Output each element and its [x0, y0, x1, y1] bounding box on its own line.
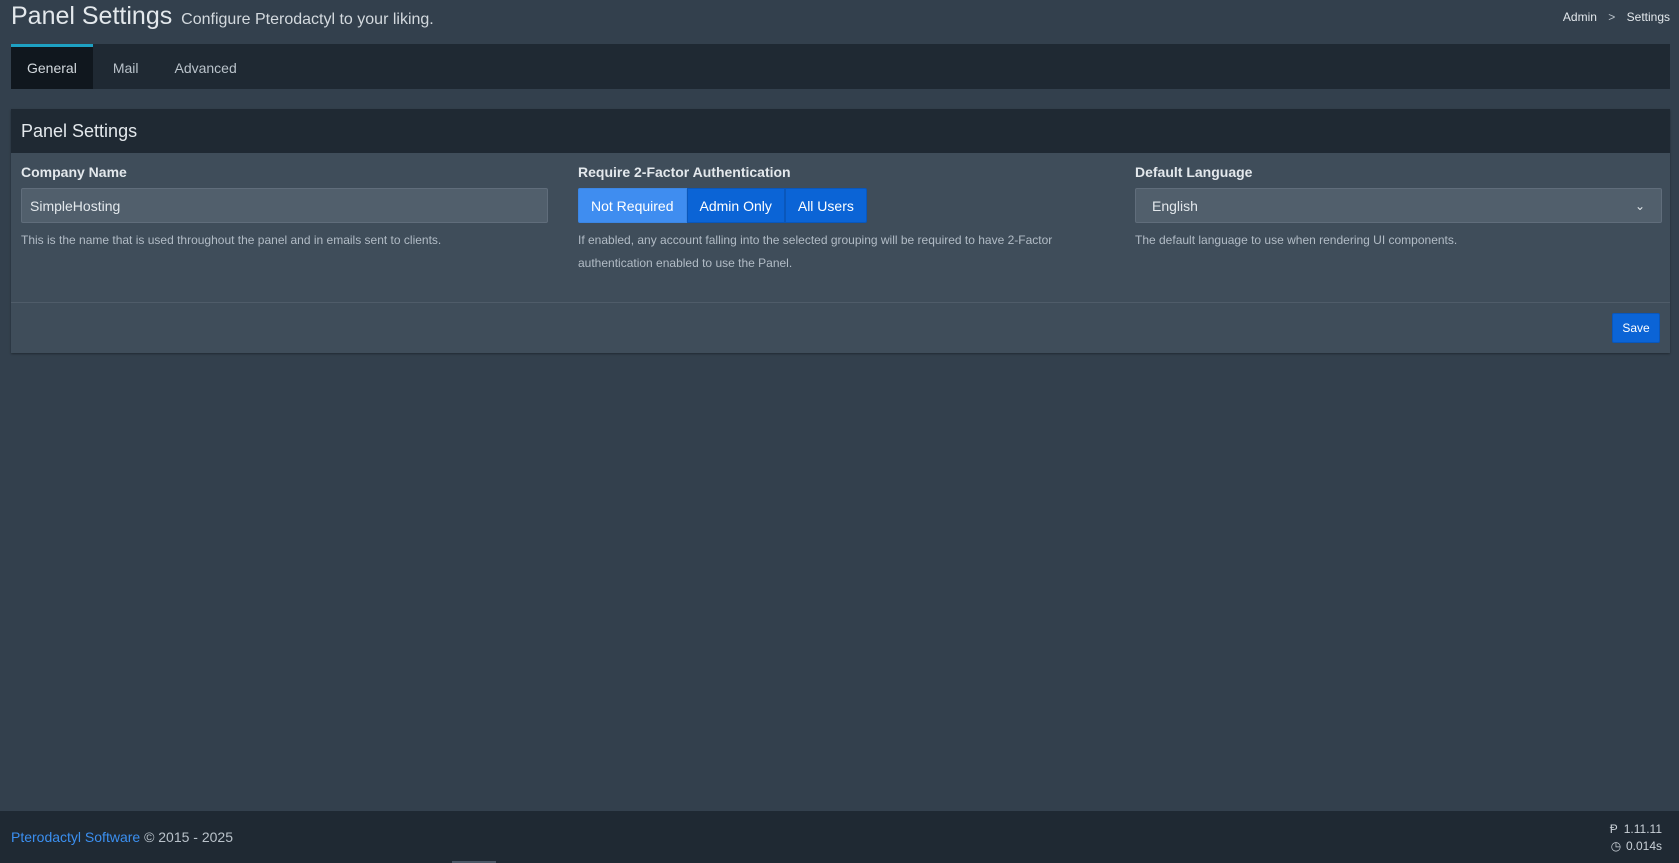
two-factor-all-users-button[interactable]: All Users: [784, 188, 867, 223]
pterodactyl-p-icon: Ᵽ: [1609, 822, 1618, 836]
two-factor-group: Require 2-Factor Authentication Not Requ…: [578, 164, 1078, 275]
default-language-value: English: [1152, 197, 1198, 214]
box-body: Company Name This is the name that is us…: [11, 153, 1670, 302]
copyright-text: © 2015 - 2025: [144, 829, 233, 845]
breadcrumb-separator: >: [1608, 10, 1616, 24]
page: Panel Settings Configure Pterodactyl to …: [0, 0, 1679, 863]
footer-meta: Ᵽ 1.11.11 ◷ 0.014s: [1607, 821, 1662, 855]
pterodactyl-link[interactable]: Pterodactyl Software: [11, 829, 140, 845]
tab-mail[interactable]: Mail: [97, 44, 155, 89]
settings-tabs: General Mail Advanced: [11, 44, 1670, 89]
two-factor-not-required-button[interactable]: Not Required: [578, 188, 687, 223]
content-header: Panel Settings Configure Pterodactyl to …: [11, 0, 1670, 40]
two-factor-admin-only-button[interactable]: Admin Only: [686, 188, 785, 223]
two-factor-help-line-1: If enabled, any account falling into the…: [578, 233, 1053, 247]
page-title: Panel Settings Configure Pterodactyl to …: [11, 2, 434, 31]
breadcrumb-settings: Settings: [1626, 10, 1670, 24]
render-time-text: 0.014s: [1625, 839, 1662, 853]
breadcrumb: Admin > Settings: [1563, 10, 1670, 24]
default-language-help: The default language to use when renderi…: [1135, 233, 1458, 247]
version-row: Ᵽ 1.11.11: [1607, 821, 1662, 838]
default-language-group: Default Language English ⌄ The default l…: [1135, 164, 1662, 252]
two-factor-label: Require 2-Factor Authentication: [578, 164, 791, 180]
two-factor-help-line-2: authentication enabled to use the Panel.: [578, 256, 793, 270]
box-footer: Save: [11, 302, 1670, 353]
panel-settings-box: Panel Settings Company Name This is the …: [11, 109, 1670, 353]
chevron-down-icon: ⌄: [1634, 198, 1645, 213]
render-time-row: ◷ 0.014s: [1607, 838, 1662, 855]
box-title: Panel Settings: [21, 120, 138, 141]
footer-copyright: Pterodactyl Software © 2015 - 2025: [11, 829, 233, 845]
default-language-label: Default Language: [1135, 164, 1253, 180]
company-name-group: Company Name This is the name that is us…: [21, 164, 548, 252]
save-button[interactable]: Save: [1612, 313, 1660, 343]
tab-advanced[interactable]: Advanced: [158, 44, 252, 89]
default-language-select[interactable]: English ⌄: [1135, 188, 1662, 223]
company-name-help: This is the name that is used throughout…: [21, 233, 442, 247]
breadcrumb-admin[interactable]: Admin: [1563, 10, 1597, 24]
clock-icon: ◷: [1610, 839, 1622, 853]
page-subtitle: Configure Pterodactyl to your liking.: [181, 11, 434, 28]
tab-general[interactable]: General: [11, 44, 93, 89]
main-footer: Pterodactyl Software © 2015 - 2025 Ᵽ 1.11…: [0, 811, 1679, 863]
company-name-input[interactable]: [21, 188, 548, 223]
company-name-label: Company Name: [21, 164, 127, 180]
page-title-text: Panel Settings: [11, 2, 173, 30]
version-text: 1.11.11: [1623, 822, 1662, 836]
two-factor-options: Not Required Admin Only All Users: [578, 188, 1078, 223]
box-header: Panel Settings: [11, 109, 1670, 153]
